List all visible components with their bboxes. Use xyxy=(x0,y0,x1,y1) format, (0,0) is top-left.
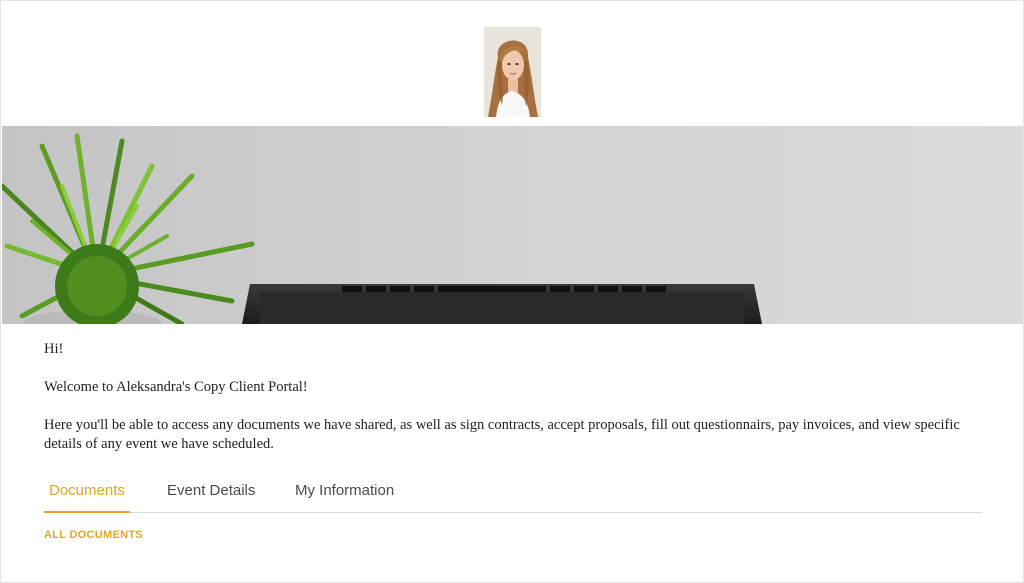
client-portal-page: Hi! Welcome to Aleksandra's Copy Client … xyxy=(0,0,1024,583)
profile-photo-image xyxy=(484,27,541,117)
welcome-text: Welcome to Aleksandra's Copy Client Port… xyxy=(44,379,308,395)
greeting-text: Hi! xyxy=(44,341,64,357)
tab-documents[interactable]: Documents xyxy=(44,471,130,513)
tab-event-details[interactable]: Event Details xyxy=(167,471,255,511)
portal-tabs: Documents Event Details My Information xyxy=(44,471,982,513)
header-banner xyxy=(2,126,1023,324)
tab-my-information[interactable]: My Information xyxy=(295,471,394,511)
welcome-message: Hi! Welcome to Aleksandra's Copy Client … xyxy=(44,340,984,454)
banner-image xyxy=(2,126,1023,324)
all-documents-link[interactable]: ALL DOCUMENTS xyxy=(44,529,143,541)
description-text: Here you'll be able to access any docume… xyxy=(44,417,960,452)
profile-photo xyxy=(484,27,541,117)
